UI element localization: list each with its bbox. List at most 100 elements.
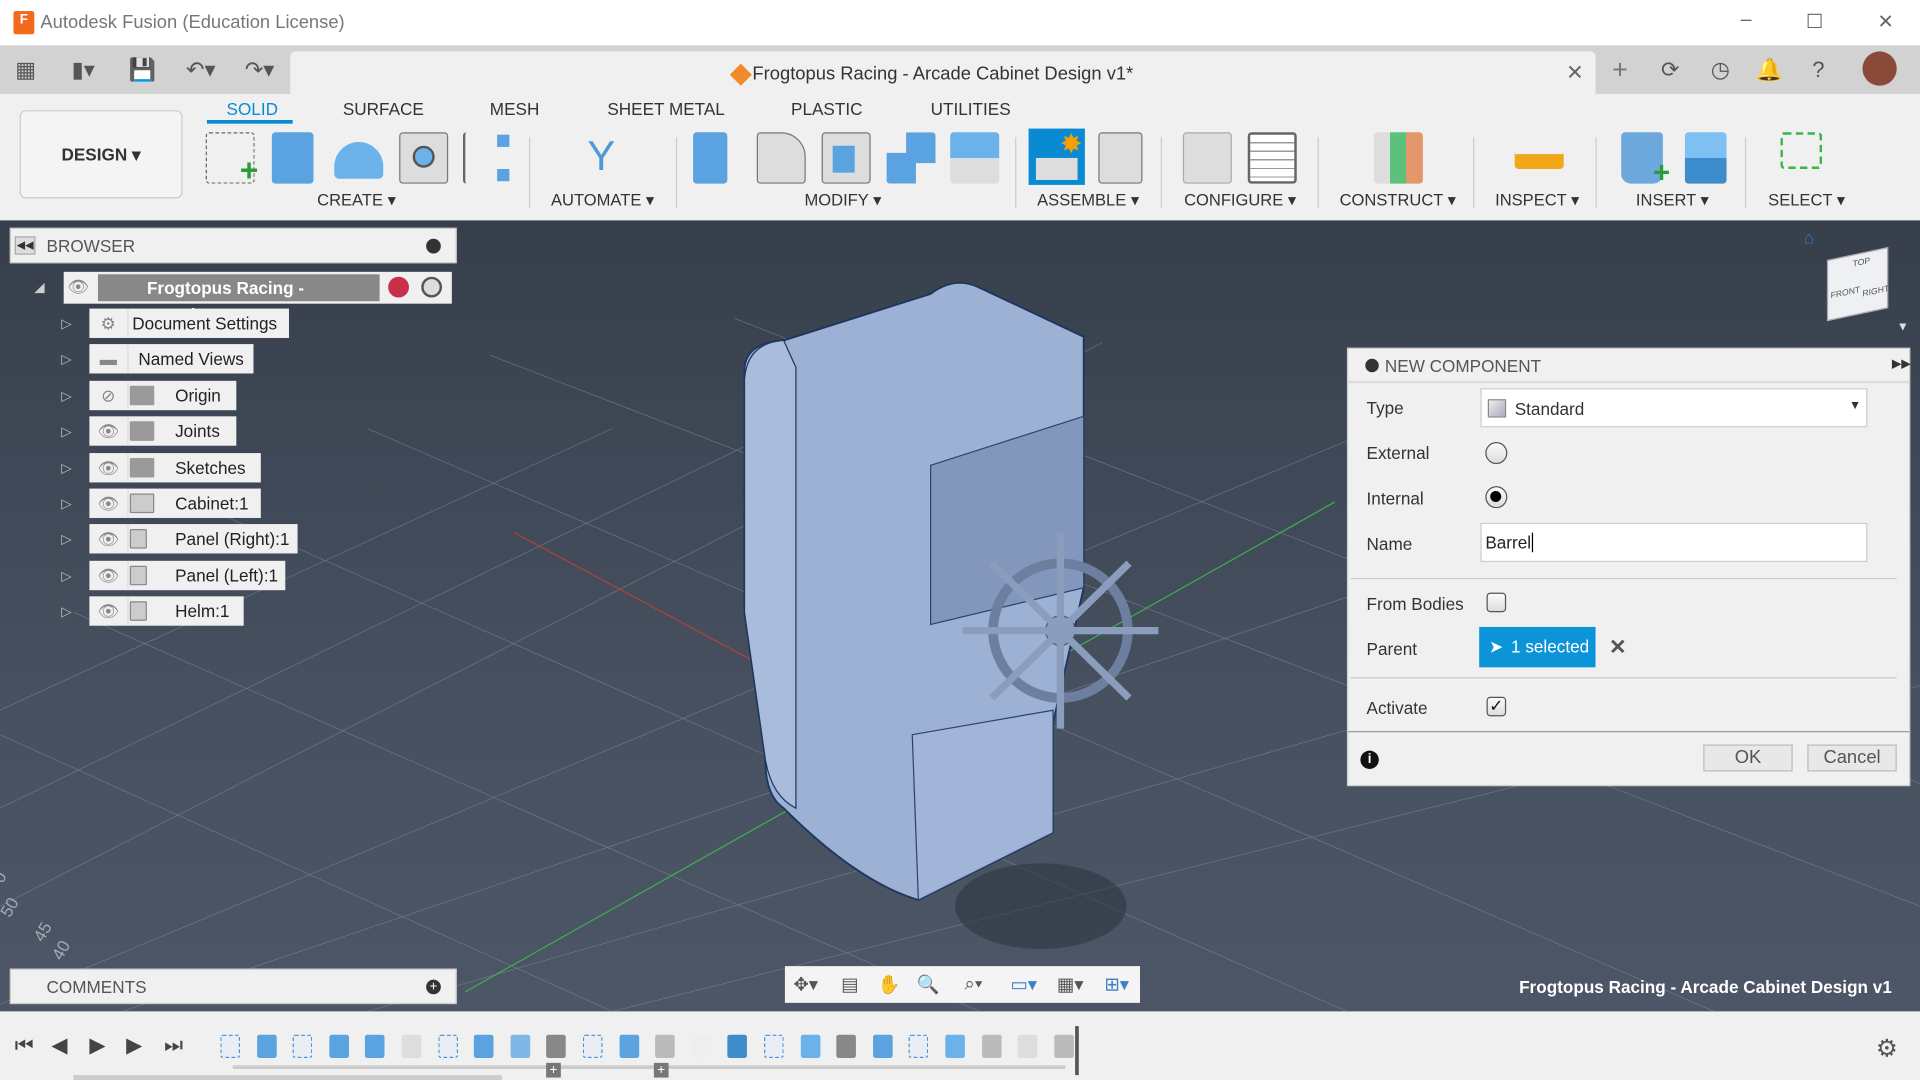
press-pull-icon[interactable]	[693, 132, 728, 184]
eye-icon[interactable]: 👁	[89, 560, 129, 591]
type-select[interactable]: Standard ▼	[1480, 388, 1868, 428]
pattern-icon[interactable]	[462, 132, 512, 184]
tab-sheet-metal[interactable]: SHEET METAL	[607, 99, 724, 119]
eye-icon[interactable]: 👁	[89, 596, 129, 626]
notifications-icon[interactable]: 🔔	[1756, 56, 1783, 83]
close-tab-icon[interactable]: ✕	[1566, 61, 1583, 85]
timeline-scrollbar[interactable]	[73, 1075, 503, 1080]
eye-icon[interactable]: 👁	[89, 453, 129, 483]
expand-icon[interactable]: ▷	[61, 424, 71, 440]
user-avatar[interactable]	[1862, 51, 1897, 86]
look-at-icon[interactable]: ▤	[838, 973, 862, 996]
group-insert[interactable]: INSERT ▾	[1636, 191, 1709, 211]
timeline-extrude-icon[interactable]	[474, 1034, 494, 1058]
viewcube-right[interactable]: RIGHT	[1862, 285, 1889, 299]
grid-settings-icon[interactable]: ▦▾	[1049, 973, 1091, 996]
fillet-icon[interactable]	[756, 132, 806, 184]
expand-root-icon[interactable]: ◢	[34, 279, 44, 295]
group-assemble[interactable]: ASSEMBLE ▾	[1037, 191, 1139, 211]
eye-icon[interactable]: 👁	[89, 488, 129, 518]
home-view-icon[interactable]: ⌂	[1804, 228, 1814, 248]
timeline-extrude-icon[interactable]	[872, 1034, 893, 1058]
collapse-dialog-icon[interactable]	[1365, 358, 1379, 373]
window-select-icon[interactable]	[1780, 132, 1823, 169]
activate-radio-icon[interactable]	[421, 276, 443, 298]
job-status-icon[interactable]: ◷	[1707, 56, 1734, 83]
expand-icon[interactable]: ▷	[61, 604, 71, 620]
workspace-switcher[interactable]: DESIGN ▾	[19, 110, 183, 199]
ok-button[interactable]: OK	[1703, 744, 1793, 772]
go-to-end-button[interactable]: ⏭	[164, 1033, 183, 1057]
automate-icon[interactable]: Y	[577, 132, 626, 183]
cancel-button[interactable]: Cancel	[1807, 744, 1897, 772]
zoom-icon[interactable]: 🔍	[916, 973, 940, 996]
timeline-extrude-icon[interactable]	[329, 1034, 349, 1058]
group-automate[interactable]: AUTOMATE ▾	[551, 191, 654, 211]
timeline-sketch-icon[interactable]	[764, 1034, 784, 1058]
insert-canvas-icon[interactable]	[1684, 132, 1727, 184]
browser-item-panel-right[interactable]: 👁 Panel (Right):1	[89, 524, 298, 554]
timeline-joint-icon[interactable]	[981, 1034, 1002, 1058]
timeline-canvas-icon[interactable]	[727, 1034, 748, 1058]
collapse-browser-icon[interactable]: ◀◀	[14, 236, 36, 255]
timeline-mirror-icon[interactable]	[510, 1034, 530, 1058]
viewcube-front[interactable]: FRONT	[1831, 286, 1861, 301]
timeline-component-icon[interactable]	[691, 1034, 712, 1058]
orbit-icon[interactable]: ✥▾	[787, 973, 824, 996]
info-icon[interactable]: i	[1360, 750, 1379, 769]
create-sketch-icon[interactable]: +	[205, 132, 258, 189]
tab-mesh[interactable]: MESH	[490, 99, 540, 119]
timeline-extrude-icon[interactable]	[619, 1034, 639, 1058]
group-create[interactable]: CREATE ▾	[317, 191, 396, 211]
viewcube-top[interactable]: TOP	[1853, 257, 1870, 269]
browser-item-document-settings[interactable]: ⚙ Document Settings	[89, 308, 289, 338]
split-body-icon[interactable]	[950, 132, 1000, 184]
expand-icon[interactable]: ▷	[61, 316, 71, 332]
extensions-icon[interactable]: ⟳	[1657, 56, 1684, 83]
configuration-table-icon[interactable]	[1247, 132, 1297, 184]
tab-solid[interactable]: SOLID	[227, 99, 278, 119]
measure-icon[interactable]	[1514, 146, 1564, 169]
timeline-sketch-icon[interactable]	[909, 1034, 929, 1058]
expand-icon[interactable]: ▷	[61, 496, 71, 512]
timeline-joint-icon[interactable]	[655, 1034, 675, 1058]
pan-icon[interactable]: ✋	[877, 973, 901, 996]
joint-icon[interactable]	[1098, 132, 1143, 184]
group-inspect[interactable]: INSPECT ▾	[1495, 191, 1579, 211]
group-modify[interactable]: MODIFY ▾	[804, 191, 881, 211]
display-settings-icon[interactable]: ▭▾	[1003, 973, 1045, 996]
browser-item-sketches[interactable]: 👁 Sketches	[89, 453, 261, 483]
internal-radio[interactable]	[1485, 486, 1508, 509]
expand-icon[interactable]: ▷	[61, 460, 71, 477]
root-label[interactable]: Frogtopus Racing - Arcade...	[97, 274, 380, 324]
timeline-joint-icon[interactable]	[1054, 1034, 1074, 1058]
tab-surface[interactable]: SURFACE	[343, 99, 424, 119]
group-marker-icon[interactable]: +	[546, 1062, 561, 1078]
maximize-button[interactable]: ☐	[1802, 10, 1826, 34]
browser-pin-icon[interactable]	[426, 238, 441, 254]
extrude-icon[interactable]	[271, 132, 314, 184]
timeline-fillet-icon[interactable]	[401, 1034, 422, 1058]
timeline-sketch-icon[interactable]	[437, 1034, 458, 1058]
help-icon[interactable]: ?	[1805, 56, 1832, 83]
browser-item-named-views[interactable]: ▬ Named Views	[89, 344, 254, 374]
group-construct[interactable]: CONSTRUCT ▾	[1340, 191, 1456, 211]
expand-icon[interactable]: ▷	[61, 388, 71, 404]
construct-plane-icon[interactable]	[1373, 132, 1423, 184]
browser-item-joints[interactable]: 👁 Joints	[89, 416, 237, 446]
viewports-icon[interactable]: ⊞▾	[1096, 973, 1138, 996]
view-cube[interactable]: TOP FRONT RIGHT	[1826, 246, 1889, 322]
timeline-revolve-icon[interactable]	[945, 1034, 965, 1058]
new-component-icon[interactable]: ✸	[1028, 128, 1085, 185]
add-comment-icon[interactable]: +	[426, 979, 441, 995]
timeline-extrude-icon[interactable]	[256, 1034, 277, 1058]
expand-dialog-icon[interactable]: ▶▶	[1892, 358, 1911, 371]
document-tab[interactable]: Frogtopus Racing - Arcade Cabinet Design…	[290, 51, 1596, 95]
close-window-button[interactable]: ✕	[1873, 10, 1897, 34]
activate-checkbox[interactable]: ✓	[1486, 696, 1507, 717]
timeline-sketch-icon[interactable]	[292, 1034, 313, 1058]
tab-plastic[interactable]: PLASTIC	[791, 99, 862, 119]
name-input[interactable]: Barrel	[1480, 522, 1868, 563]
browser-item-origin[interactable]: ⊘ Origin	[89, 380, 237, 411]
eye-icon[interactable]: 👁	[67, 272, 89, 301]
